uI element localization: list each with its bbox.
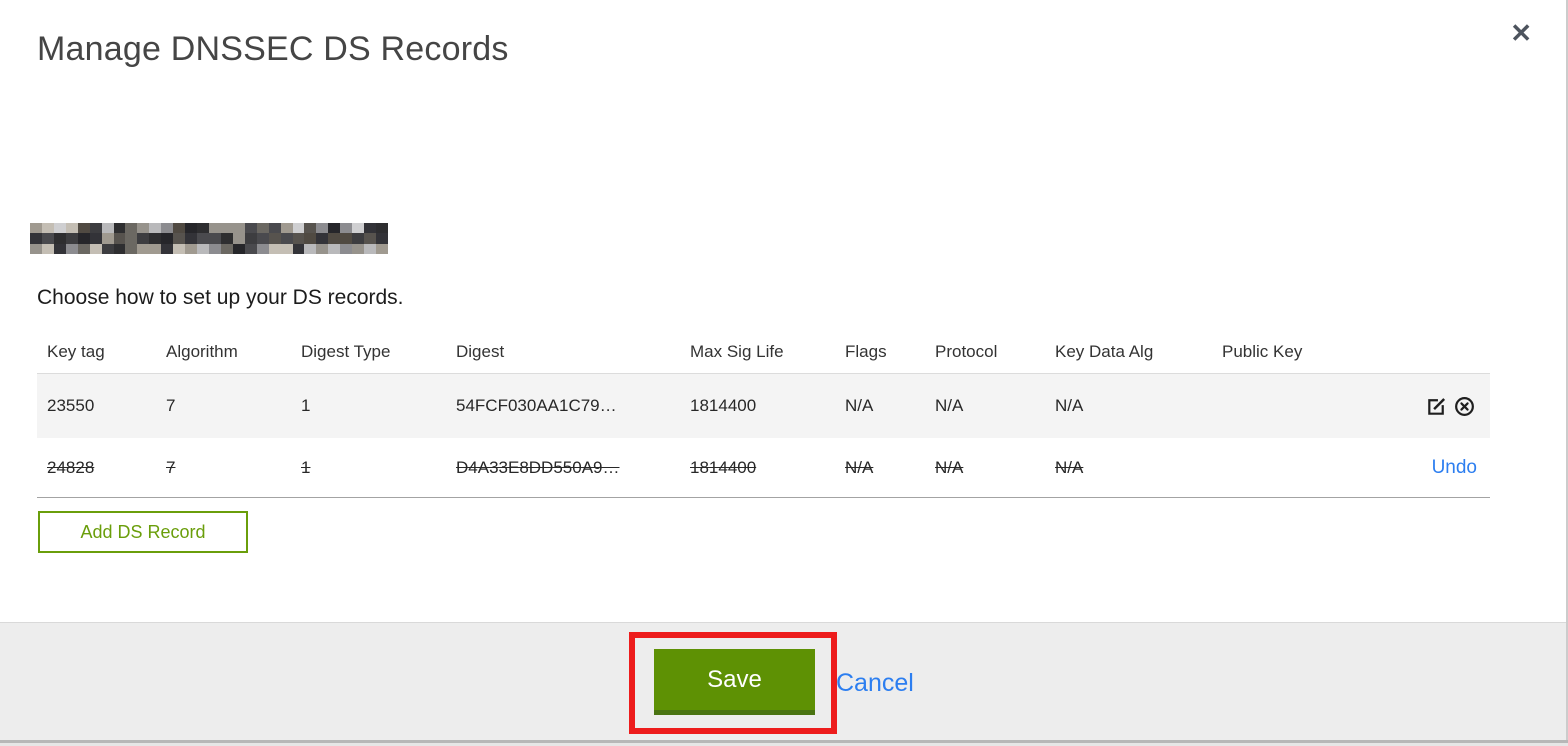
table-row: 24828 7 1 D4A33E8DD550A9… 1814400 N/A N/… xyxy=(37,438,1490,498)
table-header: Key tag Algorithm Digest Type Digest Max… xyxy=(37,330,1490,374)
col-protocol: Protocol xyxy=(935,341,998,361)
col-algorithm: Algorithm xyxy=(166,341,238,361)
row-actions: Undo xyxy=(1432,457,1490,479)
col-key-data-alg: Key Data Alg xyxy=(1055,341,1154,361)
col-public-key: Public Key xyxy=(1222,341,1303,361)
add-ds-record-button[interactable]: Add DS Record xyxy=(38,511,248,553)
cell-flags: N/A xyxy=(845,396,874,415)
redacted-domain-name xyxy=(30,223,388,254)
edit-icon xyxy=(1428,397,1446,415)
cell-digest: 54FCF030AA1C79… xyxy=(456,396,617,415)
edit-record-button[interactable] xyxy=(1424,394,1449,419)
cell-protocol: N/A xyxy=(935,396,964,415)
cell-key-data-alg: N/A xyxy=(1055,396,1084,415)
ds-records-table: Key tag Algorithm Digest Type Digest Max… xyxy=(37,330,1490,498)
delete-icon xyxy=(1455,396,1474,416)
cell-algorithm: 7 xyxy=(166,396,176,415)
undo-link[interactable]: Undo xyxy=(1432,457,1477,479)
cell-algorithm: 7 xyxy=(166,457,176,477)
cell-key-tag: 23550 xyxy=(47,396,95,415)
instruction-text: Choose how to set up your DS records. xyxy=(37,286,404,309)
footer-bar: Save Cancel xyxy=(0,622,1568,746)
cell-digest: D4A33E8DD550A9… xyxy=(456,457,620,477)
col-flags: Flags xyxy=(845,341,887,361)
cell-digest-type: 1 xyxy=(301,396,311,415)
close-icon[interactable]: ✕ xyxy=(1510,20,1532,46)
save-button[interactable]: Save xyxy=(654,649,815,715)
col-max-sig-life: Max Sig Life xyxy=(690,341,784,361)
col-key-tag: Key tag xyxy=(47,341,105,361)
table-row: 23550 7 1 54FCF030AA1C79… 1814400 N/A N/… xyxy=(37,374,1490,438)
cell-key-tag: 24828 xyxy=(47,457,95,477)
delete-record-button[interactable] xyxy=(1452,394,1477,419)
cell-max-sig-life: 1814400 xyxy=(690,396,757,415)
cancel-link[interactable]: Cancel xyxy=(836,669,914,698)
cell-flags: N/A xyxy=(845,457,874,477)
cell-key-data-alg: N/A xyxy=(1055,457,1084,477)
cell-digest-type: 1 xyxy=(301,457,311,477)
cell-max-sig-life: 1814400 xyxy=(690,457,757,477)
col-digest-type: Digest Type xyxy=(301,341,391,361)
cell-protocol: N/A xyxy=(935,457,964,477)
row-actions xyxy=(1424,394,1490,419)
col-digest: Digest xyxy=(456,341,505,361)
page-title: Manage DNSSEC DS Records xyxy=(37,30,509,68)
manage-dnssec-modal: Manage DNSSEC DS Records ✕ Choose how to… xyxy=(0,0,1568,746)
